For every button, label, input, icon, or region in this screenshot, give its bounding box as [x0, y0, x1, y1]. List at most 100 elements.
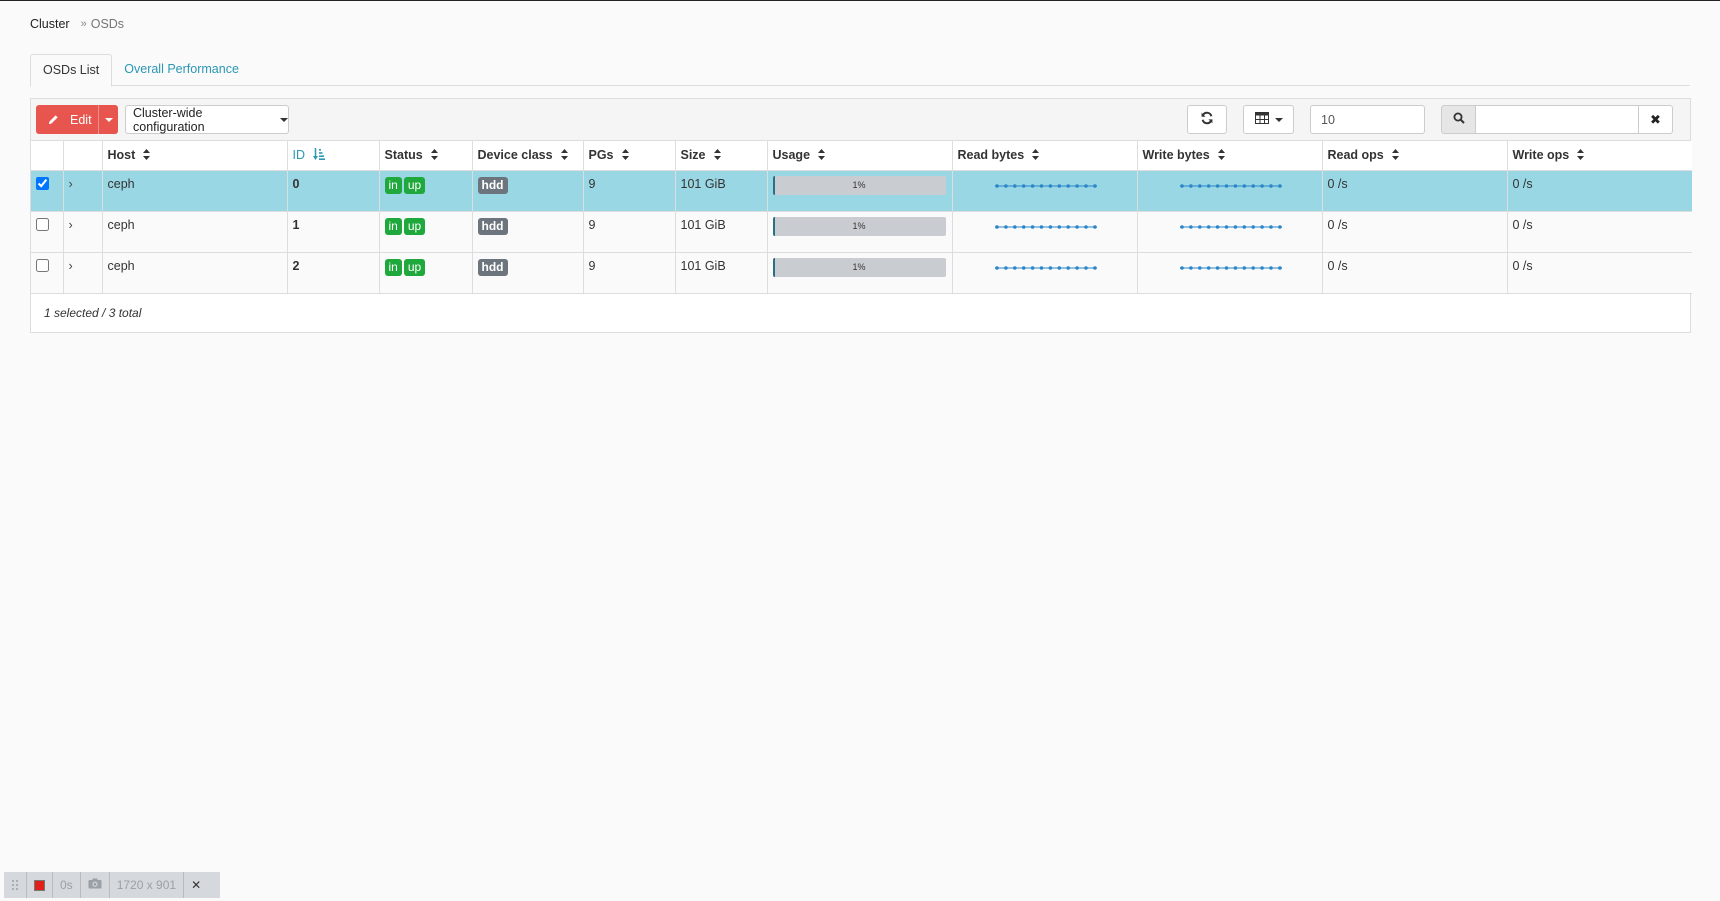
write-bytes-sparkline [1179, 265, 1282, 270]
search-input[interactable] [1475, 105, 1639, 134]
sparkline-point [1179, 265, 1184, 270]
record-stop-button[interactable] [27, 872, 53, 898]
host-cell: ceph [102, 252, 288, 294]
sparkline-point [1048, 224, 1052, 229]
column-header-write-ops[interactable]: Write ops [1507, 141, 1692, 171]
edit-button[interactable]: Edit [36, 105, 118, 134]
screen-recorder-toolbar: 0s 1720 x 901 ✕ [4, 872, 220, 898]
size-cell: 101 GiB [675, 170, 768, 212]
sparkline-point [1250, 183, 1255, 188]
chevron-right-icon: › [68, 217, 73, 232]
column-header-size[interactable]: Size [675, 141, 768, 171]
column-header-status[interactable]: Status [379, 141, 473, 171]
column-header-device-class[interactable]: Device class [472, 141, 584, 171]
row-expand-toggle[interactable]: › [63, 170, 103, 212]
write-bytes-cell [1137, 170, 1323, 212]
column-header-write-bytes[interactable]: Write bytes [1137, 141, 1323, 171]
row-expand-toggle[interactable]: › [63, 211, 103, 253]
sparkline-point [1030, 265, 1034, 270]
tab-osds-list[interactable]: OSDs List [30, 54, 113, 87]
sparkline-point [1179, 224, 1184, 229]
read-bytes-cell [952, 252, 1138, 294]
pgs-cell: 9 [583, 170, 676, 212]
row-checkbox[interactable] [36, 217, 49, 231]
tab-overall-performance[interactable]: Overall Performance [112, 54, 251, 87]
write-ops-cell: 0 /s [1507, 252, 1692, 294]
sparkline-point [1197, 265, 1202, 270]
usage-label: 1% [852, 261, 866, 272]
sparkline-point [1268, 265, 1273, 270]
sort-icon [143, 142, 151, 170]
refresh-button[interactable] [1187, 105, 1227, 134]
sparkline-point [1083, 265, 1088, 270]
read-ops-cell: 0 /s [1322, 252, 1508, 294]
breadcrumb-cluster[interactable]: Cluster [30, 17, 70, 31]
row-expand-toggle[interactable]: › [63, 252, 103, 294]
read-bytes-sparkline [994, 183, 1097, 188]
table-row[interactable]: › ceph 2 in up hdd 9 101 GiB 1% 0 /s 0 /s [31, 252, 1692, 294]
sparkline-point [1224, 183, 1228, 188]
status-badge-up: up [403, 176, 426, 194]
edit-dropdown-toggle[interactable] [98, 105, 118, 134]
host-cell: ceph [102, 170, 288, 212]
write-bytes-sparkline [1179, 224, 1282, 229]
column-header-read-bytes[interactable]: Read bytes [952, 141, 1138, 171]
sparkline-point [1233, 224, 1237, 229]
row-checkbox[interactable] [36, 258, 49, 272]
sparkline-point [1188, 224, 1193, 229]
close-icon: ✖ [1650, 111, 1661, 127]
row-checkbox[interactable] [36, 176, 49, 190]
write-ops-cell: 0 /s [1507, 170, 1692, 212]
sparkline-point [1074, 265, 1079, 270]
chevron-right-icon: › [68, 176, 73, 191]
id-cell: 0 [287, 170, 380, 212]
size-cell: 101 GiB [675, 211, 768, 253]
device-class-badge: hdd [477, 217, 508, 235]
write-bytes-cell [1137, 211, 1323, 253]
sparkline-point [1012, 224, 1017, 229]
column-header-pgs[interactable]: PGs [583, 141, 676, 171]
pgs-cell: 9 [583, 211, 676, 253]
column-header-id[interactable]: ID [287, 141, 380, 171]
status-badge-up: up [403, 258, 426, 276]
usage-label: 1% [852, 220, 866, 231]
sparkline-point [1092, 265, 1097, 270]
page-size-input[interactable] [1310, 105, 1425, 134]
sparkline-point [1003, 183, 1008, 188]
close-recorder-button[interactable]: ✕ [184, 872, 208, 898]
search-icon [1453, 112, 1465, 127]
sparkline-point [1233, 183, 1237, 188]
device-class-cell: hdd [472, 252, 584, 294]
read-bytes-sparkline [994, 265, 1097, 270]
select-all-header [31, 141, 64, 171]
cluster-config-dropdown[interactable]: Cluster-wide configuration [125, 105, 289, 134]
sparkline-point [1224, 224, 1228, 229]
read-ops-cell: 0 /s [1322, 211, 1508, 253]
sparkline-point [1215, 224, 1219, 229]
sparkline-point [1065, 265, 1070, 270]
row-select-cell [31, 211, 64, 253]
tab-bar: OSDs List Overall Performance [30, 54, 1690, 87]
clear-search-button[interactable]: ✖ [1638, 105, 1673, 134]
column-toggle-button[interactable] [1243, 105, 1294, 134]
usage-bar: 1% [772, 257, 946, 277]
column-header-host[interactable]: Host [102, 141, 288, 171]
sparkline-point [994, 224, 999, 229]
sparkline-point [1250, 224, 1255, 229]
sparkline-point [1021, 183, 1025, 188]
column-header-read-ops[interactable]: Read ops [1322, 141, 1508, 171]
drag-handle-icon[interactable] [4, 872, 27, 898]
sparkline-point [1206, 265, 1210, 270]
search-icon-addon [1441, 105, 1476, 134]
table-row[interactable]: › ceph 1 in up hdd 9 101 GiB 1% 0 /s 0 /s [31, 211, 1692, 253]
chevron-down-icon [104, 117, 113, 122]
table-columns-icon [1254, 112, 1269, 127]
id-cell: 2 [287, 252, 380, 294]
screenshot-button[interactable] [81, 872, 110, 898]
sparkline-point [1065, 224, 1070, 229]
column-header-usage[interactable]: Usage [767, 141, 953, 171]
sparkline-point [1030, 183, 1034, 188]
device-class-badge: hdd [477, 258, 508, 276]
table-row[interactable]: › ceph 0 in up hdd 9 101 GiB 1% 0 /s 0 /s [31, 170, 1692, 212]
table-footer-summary: 1 selected / 3 total [44, 306, 142, 320]
